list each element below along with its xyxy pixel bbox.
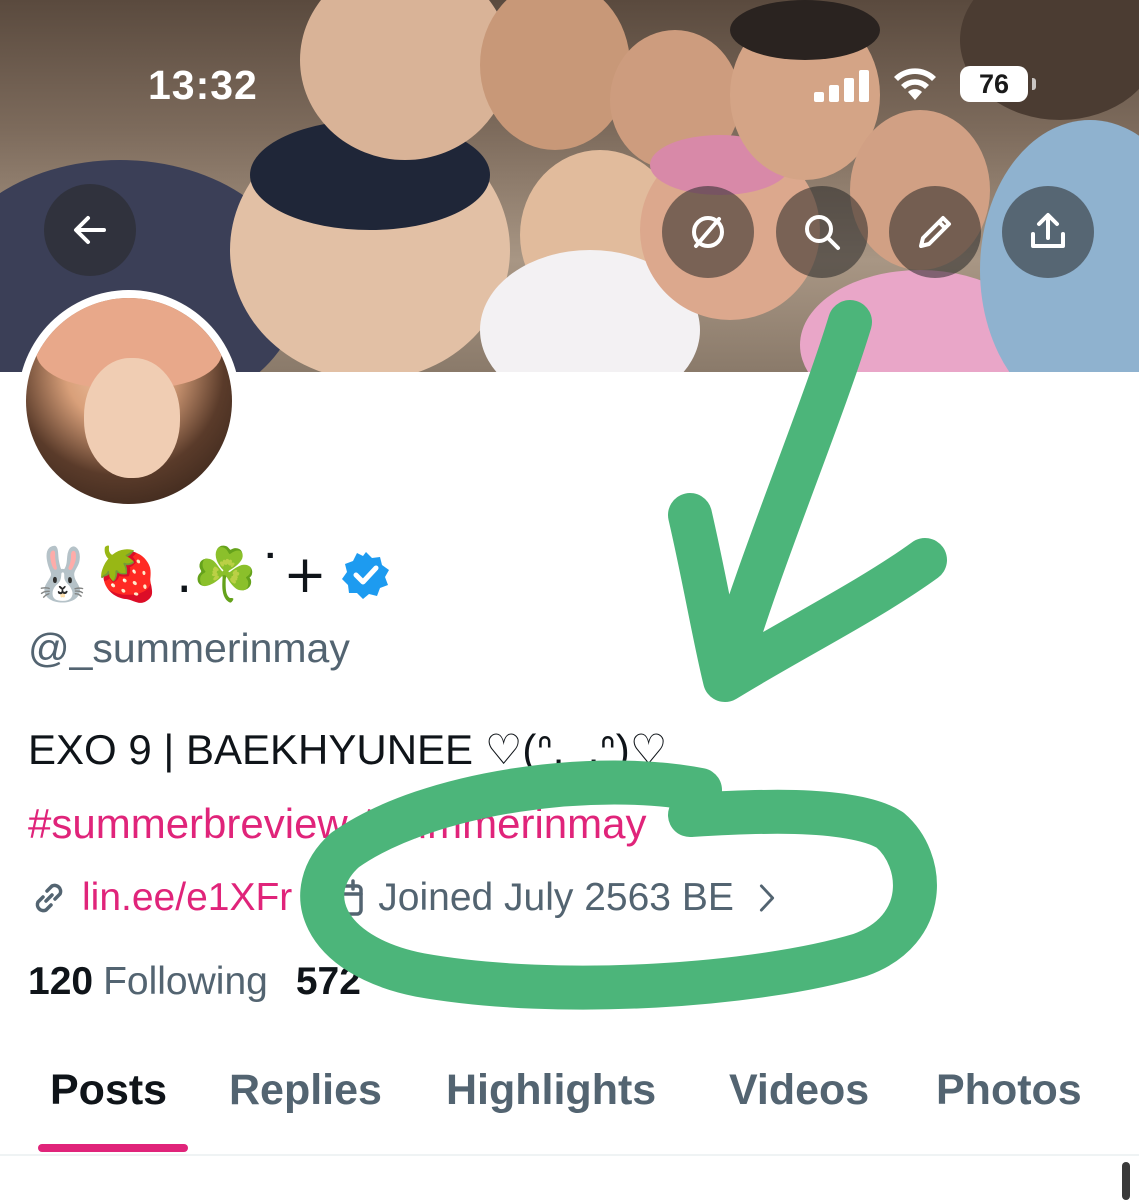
battery-icon: 76 bbox=[960, 66, 1036, 102]
edit-icon bbox=[919, 216, 951, 248]
active-tab-indicator bbox=[38, 1144, 188, 1152]
edit-button[interactable] bbox=[889, 186, 981, 278]
profile-meta-row: lin.ee/e1XFr Joined July 2563 BE bbox=[28, 870, 796, 926]
annotation-arrow bbox=[668, 300, 947, 702]
search-icon bbox=[805, 215, 840, 250]
following-label[interactable]: Following bbox=[103, 960, 268, 1004]
link-icon bbox=[35, 883, 63, 913]
tab-posts[interactable]: Posts bbox=[50, 1066, 167, 1115]
profile-website-link[interactable]: lin.ee/e1XFr bbox=[82, 876, 292, 920]
status-bar: 13:32 76 bbox=[0, 0, 1139, 170]
follow-stats: 120 Following 572 bbox=[28, 960, 371, 1004]
tab-videos[interactable]: Videos bbox=[729, 1066, 869, 1115]
scrollbar[interactable] bbox=[1122, 1162, 1130, 1200]
tab-replies[interactable]: Replies bbox=[229, 1066, 382, 1115]
avatar-photo bbox=[26, 298, 232, 504]
no-grok-icon bbox=[692, 216, 724, 248]
followers-count[interactable]: 572 bbox=[296, 960, 361, 1004]
display-name: 🐰🍓 .☘️˙+ bbox=[30, 540, 391, 610]
chevron-right-icon[interactable] bbox=[750, 881, 784, 915]
joined-date[interactable]: Joined July 2563 BE bbox=[378, 876, 734, 920]
display-name-text: 🐰🍓 .☘️˙+ bbox=[30, 545, 327, 605]
signal-icon bbox=[814, 70, 869, 102]
status-time: 13:32 bbox=[148, 62, 258, 108]
back-button[interactable] bbox=[44, 184, 136, 276]
share-icon bbox=[1031, 213, 1065, 248]
share-button[interactable] bbox=[1002, 186, 1094, 278]
profile-tabs: Posts Replies Highlights Videos Photos bbox=[0, 1040, 1139, 1156]
tab-highlights[interactable]: Highlights bbox=[446, 1066, 656, 1115]
username-handle: @_summerinmay bbox=[28, 625, 350, 671]
following-count[interactable]: 120 bbox=[28, 960, 93, 1004]
tabs-divider bbox=[0, 1154, 1139, 1156]
bio-hashtags[interactable]: #summerbreview #summerinmay bbox=[28, 800, 647, 848]
avatar-photo-shape bbox=[84, 358, 180, 478]
tab-photos[interactable]: Photos bbox=[936, 1066, 1082, 1115]
wifi-icon bbox=[894, 68, 936, 100]
verified-badge-icon[interactable] bbox=[341, 550, 391, 600]
profile-avatar[interactable] bbox=[18, 290, 240, 512]
no-grok-button[interactable] bbox=[662, 186, 754, 278]
profile-bio: EXO 9 | BAEKHYUNEE ♡(ᐢ._.ᐢ)♡ bbox=[28, 726, 668, 773]
calendar-icon bbox=[327, 879, 364, 916]
search-button[interactable] bbox=[776, 186, 868, 278]
arrow-left-icon bbox=[74, 216, 106, 244]
